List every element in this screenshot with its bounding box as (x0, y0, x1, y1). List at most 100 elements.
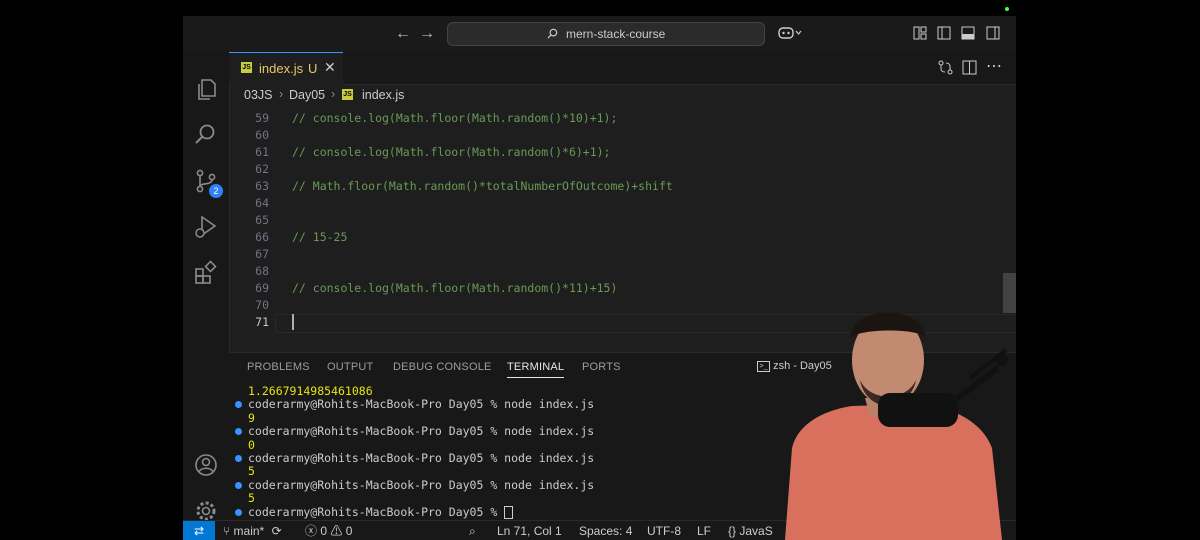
terminal-output-line: 0 (248, 437, 594, 452)
terminal-output[interactable]: 1.2667914985461086 coderarmy@Rohits-MacBo… (235, 384, 595, 519)
chevron-right-icon: › (331, 87, 336, 101)
tab-problems[interactable]: PROBLEMS (247, 361, 310, 373)
code-line[interactable]: 59 // console.log(Math.floor(Math.random(… (229, 110, 1009, 127)
terminal-text: coderarmy@Rohits-MacBook-Pro Day05 % nod… (248, 477, 595, 492)
customize-layout-icon[interactable] (913, 26, 927, 46)
open-changes-icon[interactable] (938, 60, 953, 80)
tab-ports[interactable]: PORTS (582, 361, 621, 373)
encoding[interactable]: UTF-8 (647, 523, 681, 539)
terminal-text: 1.2667914985461086 (248, 384, 373, 398)
terminal-text: 0 (248, 437, 255, 452)
terminal-text: coderarmy@Rohits-MacBook-Pro Day05 % nod… (248, 424, 595, 439)
breadcrumb-file[interactable]: index.js (362, 88, 404, 102)
code-line[interactable]: 68 (229, 263, 1009, 280)
command-status-dot-icon (235, 428, 242, 436)
tab-index-js[interactable]: JS index.js U ✕ (229, 52, 343, 85)
line-number: 71 (255, 315, 269, 329)
sync-icon: ⟳ (271, 524, 282, 538)
terminal-output-line: 9 (248, 410, 594, 425)
code-text: // console.log(Math.floor(Math.random()*… (292, 281, 618, 295)
recording-indicator (1005, 7, 1009, 11)
cursor-position[interactable]: Ln 71, Col 1 (497, 523, 562, 539)
line-number: 67 (255, 247, 269, 261)
javascript-file-icon: JS (342, 89, 353, 100)
terminal-text: coderarmy@Rohits-MacBook-Pro Day05 % (248, 504, 505, 519)
code-line[interactable]: 60 (229, 127, 1009, 144)
source-control-icon[interactable]: 2 (193, 168, 223, 198)
code-text: // Math.floor(Math.random()*totalNumberO… (292, 179, 673, 193)
warning-icon: ⚠ (330, 524, 343, 538)
line-number: 66 (255, 230, 269, 244)
chevron-right-icon: › (279, 87, 284, 101)
terminal-command-line: coderarmy@Rohits-MacBook-Pro Day05 % nod… (235, 477, 595, 492)
tab-terminal[interactable]: TERMINAL (507, 361, 565, 378)
search-icon[interactable] (193, 122, 219, 148)
forward-arrow-icon[interactable]: → (419, 24, 435, 44)
language-mode[interactable]: {} JavaS (728, 523, 773, 539)
toggle-sidebar-icon[interactable] (937, 26, 951, 46)
command-status-dot-icon (235, 508, 242, 516)
error-count: 0 (320, 524, 328, 538)
branch-indicator[interactable]: ⑂ main* ⟳ (223, 523, 282, 539)
terminal-output-line: 1.2667914985461086 (248, 384, 594, 398)
terminal-text: 5 (248, 491, 255, 506)
line-number: 62 (255, 162, 269, 176)
terminal-output-line: 5 (248, 491, 594, 506)
terminal-command-line: coderarmy@Rohits-MacBook-Pro Day05 % (235, 504, 594, 519)
extensions-icon[interactable] (193, 260, 219, 286)
tab-debug-console[interactable]: DEBUG CONSOLE (393, 361, 492, 373)
code-text: // console.log(Math.floor(Math.random()*… (292, 145, 611, 159)
problems-indicator[interactable]: ⓧ 0 ⚠ 0 (305, 523, 352, 539)
remote-indicator-icon[interactable]: ⇄ (183, 521, 215, 540)
indentation[interactable]: Spaces: 4 (579, 523, 632, 539)
close-icon[interactable]: ✕ (324, 59, 336, 76)
terminal-output-line: 5 (248, 465, 594, 478)
code-line[interactable]: 66 // 15-25 (229, 229, 1009, 246)
explorer-files-icon[interactable] (193, 76, 219, 102)
breadcrumb-folder-03js[interactable]: 03JS (244, 88, 273, 102)
command-status-dot-icon (235, 401, 242, 409)
terminal-text: 9 (248, 410, 255, 425)
tab-output[interactable]: OUTPUT (327, 361, 373, 373)
line-number: 64 (255, 196, 269, 210)
code-line[interactable]: 65 (229, 212, 1009, 229)
more-actions-icon[interactable]: ⋯ (986, 56, 1002, 76)
code-text: // console.log(Math.floor(Math.random()*… (292, 111, 618, 125)
line-number: 70 (255, 298, 269, 312)
terminal-command-line: coderarmy@Rohits-MacBook-Pro Day05 % nod… (235, 424, 595, 439)
command-status-dot-icon (235, 481, 242, 489)
copilot-icon[interactable] (778, 25, 802, 47)
run-debug-icon[interactable] (193, 214, 219, 240)
code-line[interactable]: 64 (229, 195, 1009, 212)
accounts-icon[interactable] (193, 452, 219, 478)
code-line[interactable]: 69 // console.log(Math.floor(Math.random(… (229, 280, 1009, 297)
toggle-panel-icon[interactable] (961, 26, 975, 46)
terminal-cursor (504, 505, 514, 519)
terminal-icon: >_ (757, 360, 770, 372)
terminal-text: 5 (248, 464, 255, 479)
back-arrow-icon[interactable]: ← (395, 24, 411, 44)
breadcrumb-folder-day05[interactable]: Day05 (289, 88, 325, 102)
code-line[interactable]: 61 // console.log(Math.floor(Math.random(… (229, 144, 1009, 161)
line-number: 68 (255, 264, 269, 278)
split-editor-icon[interactable] (962, 60, 977, 80)
zoom-icon[interactable]: ⌕ (469, 523, 476, 539)
code-text: // 15-25 (292, 230, 348, 244)
title-bar: ← → mern-stack-course (183, 16, 1016, 53)
toggle-secondary-sidebar-icon[interactable] (986, 26, 1000, 46)
terminal-command-line: coderarmy@Rohits-MacBook-Pro Day05 % nod… (235, 450, 595, 465)
line-ending[interactable]: LF (697, 523, 711, 539)
editor-tab-bar: JS index.js U ✕ ⋯ (229, 52, 1016, 85)
tab-status: U (308, 61, 318, 76)
terminal-text: coderarmy@Rohits-MacBook-Pro Day05 % nod… (248, 450, 595, 465)
command-status-dot-icon (235, 454, 242, 462)
text-caret (292, 314, 294, 330)
code-line[interactable]: 62 (229, 161, 1009, 178)
command-center-search[interactable]: mern-stack-course (447, 22, 765, 46)
code-line[interactable]: 67 (229, 246, 1009, 263)
line-number: 59 (255, 111, 269, 125)
code-line[interactable]: 63 // Math.floor(Math.random()*totalNumbe… (229, 178, 1009, 195)
language-label: JavaS (739, 524, 773, 538)
activity-bar: 2 (183, 52, 230, 521)
line-number: 69 (255, 281, 269, 295)
